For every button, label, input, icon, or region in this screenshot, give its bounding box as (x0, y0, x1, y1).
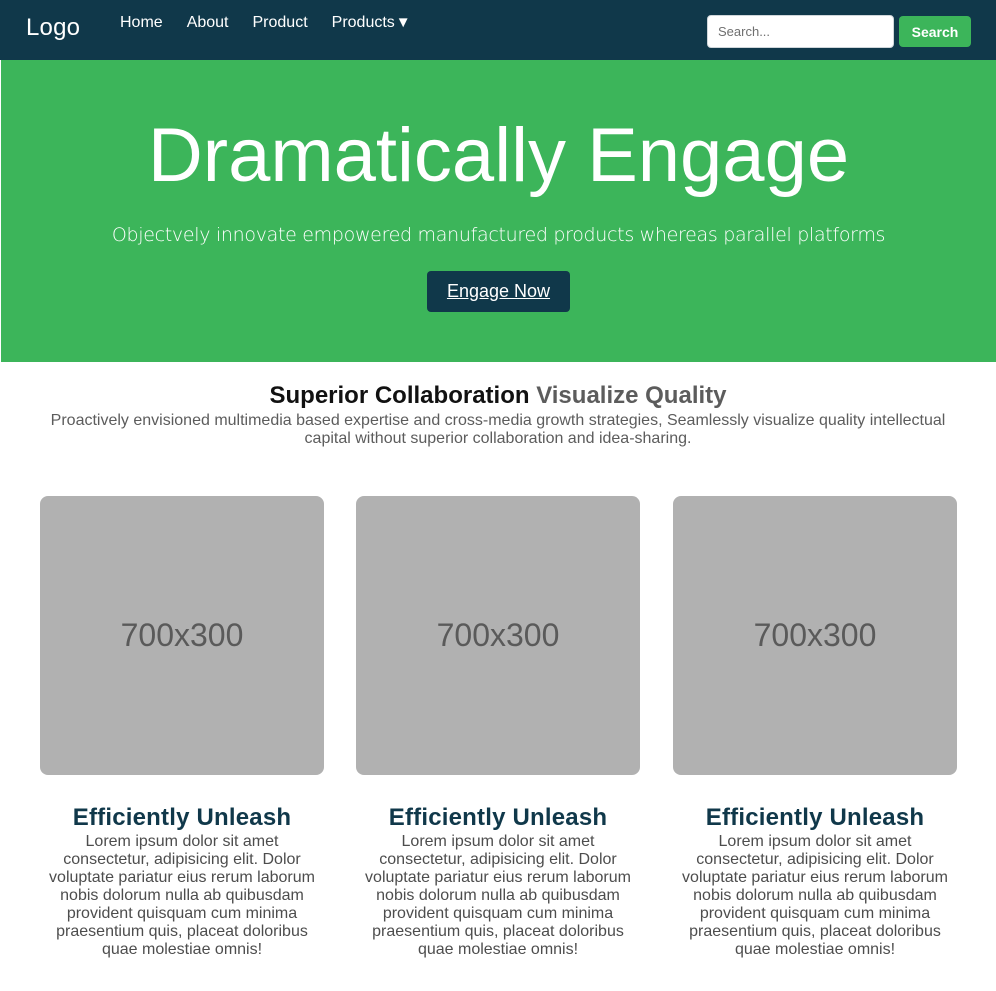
image-placeholder-label: 700x300 (120, 617, 244, 653)
nav-link-home[interactable]: Home (120, 13, 163, 33)
hero-title: Dramatically Engage (147, 113, 850, 198)
search-input[interactable] (707, 15, 894, 48)
caret-down-icon: ▼ (395, 14, 411, 31)
top-navbar: Logo Home About Product Products▼ Search (0, 0, 996, 60)
section-description: Proactively envisioned multimedia based … (50, 412, 946, 447)
card-text: Lorem ipsum dolor sit amet consectetur, … (682, 833, 948, 958)
nav-link-product[interactable]: Product (253, 13, 308, 33)
feature-card-2: 700x300 Efficiently Unleash Lorem ipsum … (356, 496, 640, 959)
card-text: Lorem ipsum dolor sit amet consectetur, … (49, 833, 315, 958)
card-image-placeholder: 700x300 (673, 496, 957, 775)
nav-links: Home About Product Products▼ (120, 13, 435, 33)
logo[interactable]: Logo (26, 14, 80, 42)
nav-link-about[interactable]: About (187, 13, 229, 33)
image-placeholder-label: 700x300 (436, 617, 560, 653)
card-title: Efficiently Unleash (72, 804, 292, 831)
hero-subtitle: Objectvely innovate empowered manufactur… (111, 224, 886, 246)
card-title: Efficiently Unleash (388, 804, 608, 831)
hero-banner: Dramatically Engage Objectvely innovate … (1, 60, 996, 362)
features-header: Superior Collaboration Visualize Quality… (0, 380, 996, 448)
card-text: Lorem ipsum dolor sit amet consectetur, … (365, 833, 631, 958)
card-image-placeholder: 700x300 (40, 496, 324, 775)
nav-link-products-label: Products (331, 14, 395, 31)
card-title: Efficiently Unleash (705, 804, 925, 831)
feature-card-1: 700x300 Efficiently Unleash Lorem ipsum … (40, 496, 324, 959)
nav-link-products-dropdown[interactable]: Products▼ (332, 13, 411, 33)
section-title-part2: Visualize Quality (536, 382, 727, 409)
engage-now-button[interactable]: Engage Now (427, 271, 570, 312)
section-title-part1: Superior Collaboration (269, 382, 530, 409)
feature-card-3: 700x300 Efficiently Unleash Lorem ipsum … (673, 496, 957, 959)
section-title: Superior Collaboration Visualize Quality (0, 380, 996, 412)
card-image-placeholder: 700x300 (356, 496, 640, 775)
search-button[interactable]: Search (899, 16, 971, 47)
image-placeholder-label: 700x300 (753, 617, 877, 653)
